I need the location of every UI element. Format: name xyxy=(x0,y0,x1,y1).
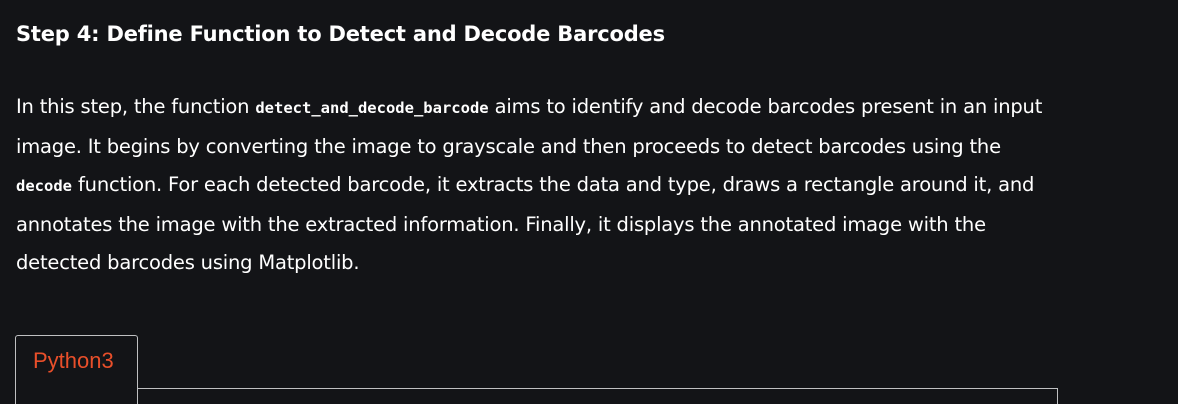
step-description: In this step, the function detect_and_de… xyxy=(16,88,1056,283)
description-text: function. For each detected barcode, it … xyxy=(16,173,1035,274)
code-tab-label: Python3 xyxy=(33,348,114,373)
inline-code-decode: decode xyxy=(16,177,72,195)
description-text: In this step, the function xyxy=(16,95,256,118)
code-tab-python3[interactable]: Python3 xyxy=(15,335,138,404)
code-block-frame xyxy=(15,388,1058,404)
step-heading: Step 4: Define Function to Detect and De… xyxy=(16,22,665,46)
inline-code-function-name: detect_and_decode_barcode xyxy=(255,99,489,117)
